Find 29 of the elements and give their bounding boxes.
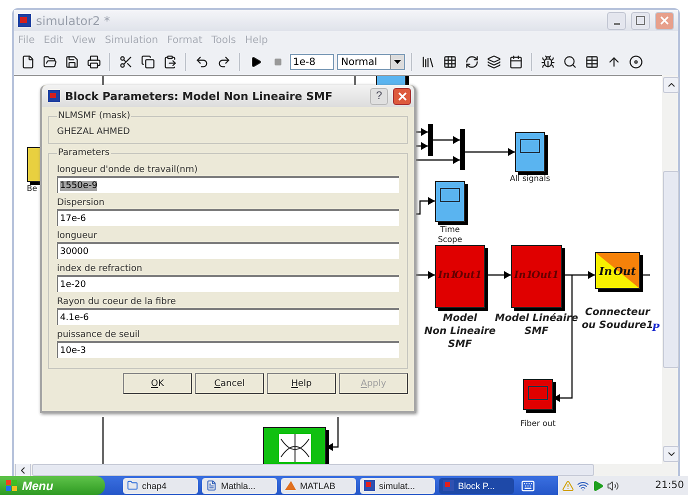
block-label: SMF (524, 325, 548, 338)
group-title: Parameters (57, 148, 111, 158)
cut-label: P (652, 323, 661, 334)
block-label: Be (26, 184, 38, 194)
port-label: Out1 (454, 270, 482, 281)
block-label: Fiber out (520, 419, 556, 429)
parameter-label: longueur (57, 231, 98, 241)
block-label: Scope (438, 235, 462, 245)
parameter-label: longueur d'onde de travail(nm) (57, 165, 199, 175)
parameter-label: puissance de seuil (57, 330, 141, 340)
block-label: Non Lineaire (424, 325, 496, 338)
parameter-label: index de refraction (57, 264, 144, 274)
dialog-title: Block Parameters: Model Non Lineaire SMF (65, 90, 334, 102)
block-label: SMF (448, 338, 472, 351)
block-label: Connecteur (585, 306, 650, 319)
port-label: In1 (438, 270, 457, 281)
block-label: Model (442, 312, 478, 325)
port-label: Out (613, 265, 636, 278)
parameter-label: Dispersion (57, 198, 106, 208)
parameter-label: Rayon du coeur de la fibre (57, 297, 177, 307)
mask-description: GHEZAL AHMED (57, 127, 131, 137)
group-title: NLMSMF (mask) (57, 111, 132, 121)
block-label: Time (440, 225, 460, 235)
clock: 21:50 (655, 480, 684, 491)
port-label: In1 (514, 270, 533, 281)
port-label: In (599, 265, 612, 278)
block-label: All signals (510, 174, 550, 184)
window-title: simulator2 * (36, 14, 111, 28)
port-label: Out1 (531, 270, 559, 281)
